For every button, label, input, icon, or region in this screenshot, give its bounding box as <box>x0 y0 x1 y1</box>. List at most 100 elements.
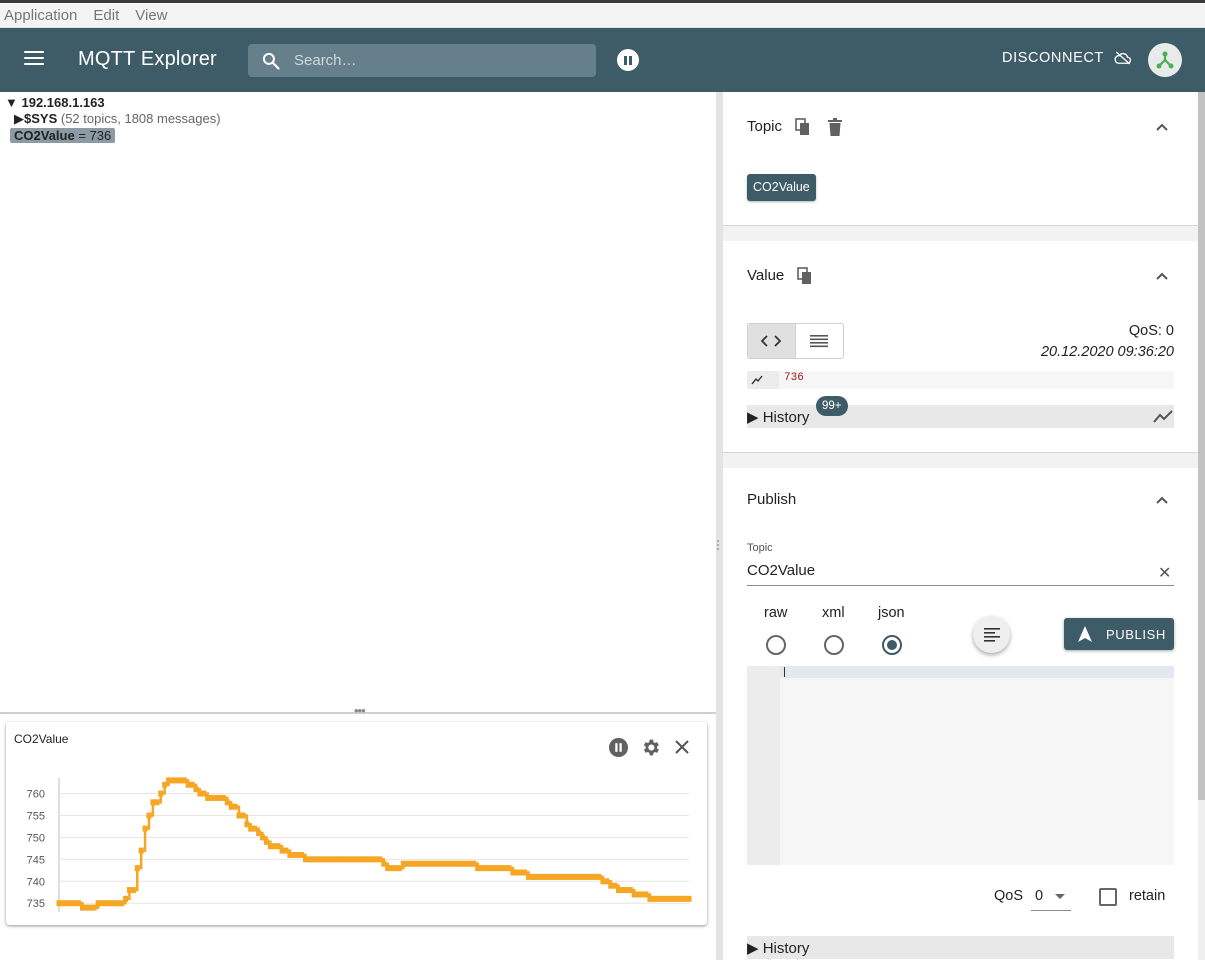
chart-panel: 735 740 745 750 755 760 CO2Value <box>6 722 707 925</box>
raw-view-icon[interactable] <box>796 324 844 358</box>
send-icon <box>1078 626 1092 642</box>
chart-point <box>146 812 152 819</box>
align-left-icon <box>983 627 1000 642</box>
format-raw-radio[interactable] <box>766 635 786 655</box>
trend-chart-icon[interactable] <box>1153 409 1173 424</box>
dropdown-arrow-icon <box>1055 894 1065 899</box>
chart-point <box>134 865 140 872</box>
section-divider <box>723 452 1198 468</box>
tree-node-co2value[interactable]: CO2Value = 736 <box>10 128 116 143</box>
topic-section-title: Topic <box>747 118 783 135</box>
view-mode-toggle <box>747 323 844 359</box>
value-history-bar[interactable]: ▶ History <box>747 405 1174 428</box>
retain-checkbox[interactable] <box>1099 888 1117 906</box>
app-title: MQTT Explorer <box>78 48 217 70</box>
publish-history-bar[interactable]: ▶ History <box>747 936 1174 959</box>
format-json-radio[interactable] <box>882 635 902 655</box>
search-input[interactable] <box>294 44 584 77</box>
value-history-label: ▶ History <box>747 409 810 426</box>
connection-avatar[interactable] <box>1148 43 1182 77</box>
publish-button-label: PUBLISH <box>1106 626 1166 642</box>
pause-icon[interactable] <box>617 49 639 71</box>
chart-point <box>240 812 246 819</box>
copy-icon[interactable] <box>795 118 811 136</box>
scrollbar-thumb[interactable] <box>1198 92 1205 800</box>
format-json-label: json <box>878 605 905 621</box>
publish-topic-input[interactable]: CO2Value <box>747 560 1174 586</box>
chart-point <box>686 895 692 902</box>
publish-collapse-chevron-icon[interactable] <box>1155 495 1169 505</box>
history-count-badge: 99+ <box>816 396 848 416</box>
search-icon <box>262 52 280 70</box>
menu-application[interactable]: Application <box>4 7 77 24</box>
copy-value-icon[interactable] <box>797 267 813 285</box>
menu-edit[interactable]: Edit <box>93 7 119 24</box>
chart-point <box>154 799 160 806</box>
qos-label: QoS: 0 <box>1128 323 1174 339</box>
value-section-title: Value <box>747 267 785 284</box>
tree-node-sys[interactable]: ▶$SYS (52 topics, 1808 messages) <box>14 111 221 127</box>
tree-root-label: 192.168.1.163 <box>21 95 105 110</box>
chart-y-tick-label: 735 <box>27 898 45 910</box>
value-display: 736 <box>747 371 1174 389</box>
tree-sys-meta: (52 topics, 1808 messages) <box>60 111 221 126</box>
publish-button[interactable]: PUBLISH <box>1064 618 1174 650</box>
publish-qos-label: QoS <box>994 888 1024 904</box>
vertical-splitter[interactable] <box>716 92 723 960</box>
disconnect-button[interactable]: DISCONNECT <box>1002 50 1132 66</box>
tree-root-node[interactable]: ▼ 192.168.1.163 <box>5 95 105 110</box>
chart-point <box>232 803 238 810</box>
chart-point <box>138 847 144 854</box>
format-xml-label: xml <box>822 605 845 621</box>
section-divider <box>723 225 1198 241</box>
cloud-off-icon <box>1114 51 1131 65</box>
code-view-icon[interactable] <box>748 324 796 358</box>
drag-handle-icon[interactable]: ••• <box>354 703 366 718</box>
chart-y-tick-label: 760 <box>27 789 45 801</box>
chart-point <box>158 790 164 797</box>
search-box[interactable] <box>248 44 596 77</box>
qos-select[interactable]: 0 <box>1031 882 1071 911</box>
publish-history-label: ▶ History <box>747 940 810 957</box>
publish-topic-label: Topic <box>747 542 773 554</box>
clear-topic-icon[interactable]: ✕ <box>1158 563 1171 583</box>
chart-title: CO2Value <box>14 732 69 746</box>
menu-view[interactable]: View <box>135 7 167 24</box>
message-timestamp: 20.12.2020 09:36:20 <box>1040 344 1174 360</box>
chart-close-icon[interactable] <box>671 736 693 758</box>
menu-bar: Application Edit View <box>0 3 1205 28</box>
chart-y-tick-label: 755 <box>27 810 45 822</box>
vertical-drag-handle-icon[interactable] <box>717 538 721 552</box>
value-collapse-chevron-icon[interactable] <box>1155 271 1169 281</box>
chart-point <box>123 895 129 902</box>
topic-chip[interactable]: CO2Value <box>747 174 816 201</box>
sparkline-icon[interactable] <box>751 375 763 385</box>
chart-point <box>130 887 136 894</box>
format-raw-label: raw <box>764 605 788 621</box>
retain-label: retain <box>1129 888 1166 904</box>
app-bar: MQTT Explorer DISCONNECT <box>0 28 1205 92</box>
chart-y-tick-label: 750 <box>27 832 45 844</box>
topic-tree: ▼ 192.168.1.163 ▶$SYS (52 topics, 1808 m… <box>0 92 716 712</box>
tree-co2-value: = 736 <box>74 128 112 143</box>
tree-sys-label: $SYS <box>24 111 58 126</box>
topic-collapse-chevron-icon[interactable] <box>1155 122 1169 132</box>
delete-icon[interactable] <box>827 118 843 137</box>
network-icon <box>1156 51 1174 69</box>
chart-settings-icon[interactable] <box>639 736 661 758</box>
editor-caret <box>784 667 785 677</box>
format-json-button[interactable] <box>973 616 1010 653</box>
raw-value: 736 <box>784 372 804 384</box>
chart-y-tick-label: 740 <box>27 876 45 888</box>
tree-co2-label: CO2Value <box>14 128 75 143</box>
chart-point <box>142 825 148 832</box>
chart-y-tick-label: 745 <box>27 854 45 866</box>
menu-icon[interactable] <box>24 51 44 67</box>
disconnect-label: DISCONNECT <box>1002 50 1104 66</box>
payload-editor[interactable] <box>747 666 1174 865</box>
co2-chart: 735 740 745 750 755 760 <box>27 777 692 912</box>
qos-select-value: 0 <box>1035 888 1044 904</box>
chart-pause-icon[interactable] <box>607 736 629 758</box>
publish-section-title: Publish <box>747 491 797 508</box>
format-xml-radio[interactable] <box>824 635 844 655</box>
